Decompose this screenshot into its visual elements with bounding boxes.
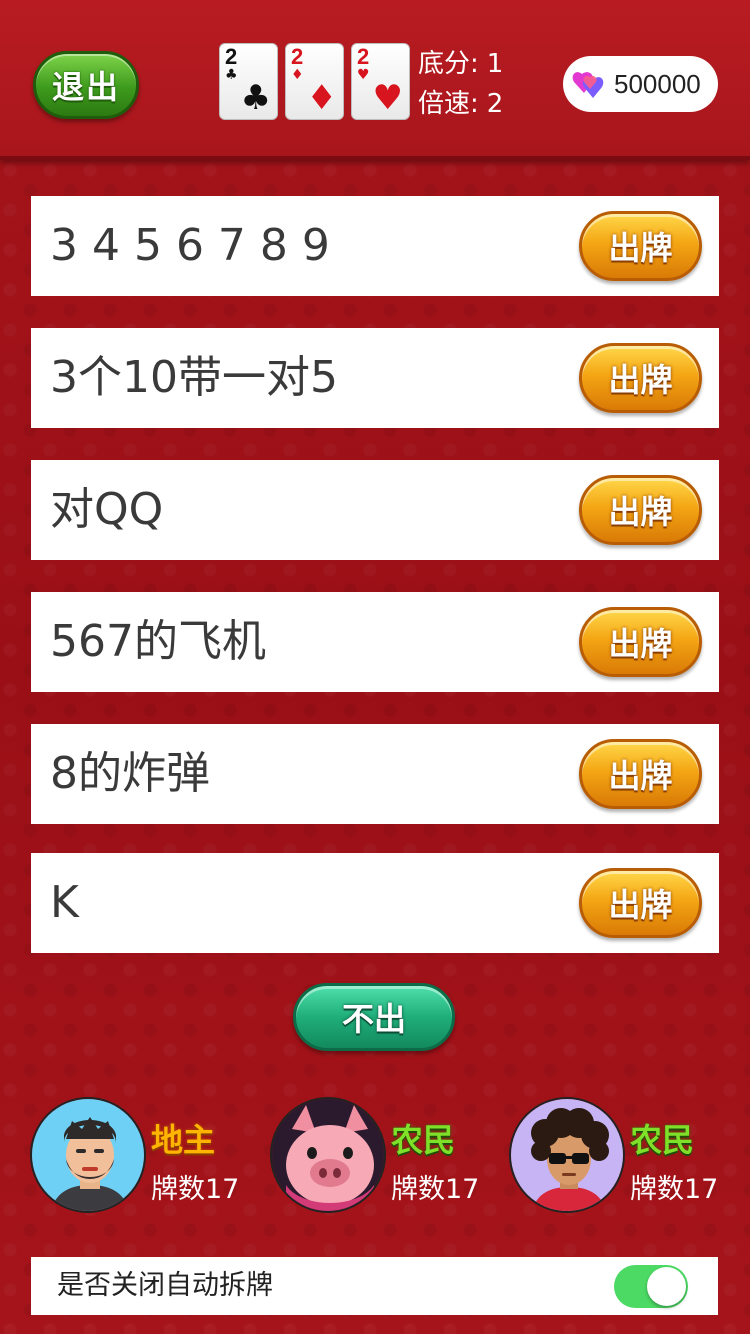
base-score-label: 底分: [418, 49, 479, 79]
list-item: 8的炸弹 出牌 [31, 724, 719, 824]
list-item: 567的飞机 出牌 [31, 592, 719, 692]
role-label: 地主 [151, 1121, 216, 1159]
option-label: 567的飞机 [50, 616, 266, 667]
option-label: 8的炸弹 [50, 748, 210, 799]
heart-icon: ♥ [357, 67, 370, 83]
option-label: 3个10带一对5 [50, 352, 338, 403]
game-info: 底分: 1 倍速: 2 [418, 44, 503, 124]
bearded-man-avatar[interactable] [30, 1097, 146, 1213]
multiplier: 倍速: 2 [418, 84, 503, 124]
player-farmer-1: 农民 牌数17 [270, 1097, 490, 1215]
top-bar: 退出 2 ♣ ♣ 2 ♦ ♦ 2 ♥ ♥ 底分: 1 倍速: 2 500000 [0, 0, 750, 160]
player-farmer-2: 农民 牌数17 [509, 1097, 729, 1215]
base-score-value: 1 [486, 49, 504, 79]
base-score: 底分: 1 [418, 44, 503, 84]
card-count: 牌数17 [391, 1174, 480, 1205]
auto-split-label: 是否关闭自动拆牌 [57, 1270, 273, 1301]
play-button[interactable]: 出牌 [579, 868, 702, 938]
card-count: 牌数17 [151, 1174, 240, 1205]
auto-split-toggle[interactable] [614, 1265, 688, 1308]
card-2-hearts: 2 ♥ ♥ [351, 43, 410, 120]
club-icon: ♣ [240, 78, 271, 118]
play-button[interactable]: 出牌 [579, 739, 702, 809]
exit-button[interactable]: 退出 [33, 51, 139, 119]
list-item: 3 4 5 6 7 8 9 出牌 [31, 196, 719, 296]
list-item: 对QQ 出牌 [31, 460, 719, 560]
pass-button[interactable]: 不出 [293, 983, 455, 1051]
option-label: K [50, 877, 79, 928]
player-landlord: 地主 牌数17 [30, 1097, 250, 1215]
role-label: 农民 [391, 1121, 456, 1159]
pig-avatar[interactable] [270, 1097, 386, 1213]
list-item: K 出牌 [31, 853, 719, 953]
multiplier-value: 2 [486, 89, 504, 119]
card-count: 牌数17 [630, 1174, 719, 1205]
heart-icon: ♥ [372, 78, 403, 118]
multiplier-label: 倍速: [418, 89, 479, 119]
play-button[interactable]: 出牌 [579, 343, 702, 413]
list-item: 3个10带一对5 出牌 [31, 328, 719, 428]
auto-split-setting: 是否关闭自动拆牌 [31, 1257, 718, 1315]
card-2-diamonds: 2 ♦ ♦ [285, 43, 344, 120]
play-button[interactable]: 出牌 [579, 607, 702, 677]
diamond-icon: ♦ [306, 78, 337, 118]
card-2-clubs: 2 ♣ ♣ [219, 43, 278, 120]
toggle-knob [647, 1267, 686, 1306]
option-label: 对QQ [50, 484, 164, 535]
coin-balance: 500000 [563, 56, 718, 112]
bottom-cards: 2 ♣ ♣ 2 ♦ ♦ 2 ♥ ♥ [219, 43, 410, 120]
role-label: 农民 [630, 1121, 695, 1159]
gem-hearts-icon [570, 65, 608, 103]
coin-amount: 500000 [614, 68, 701, 99]
diamond-icon: ♦ [291, 67, 304, 83]
curly-hair-sunglasses-avatar[interactable] [509, 1097, 625, 1213]
play-button[interactable]: 出牌 [579, 475, 702, 545]
play-button[interactable]: 出牌 [579, 211, 702, 281]
club-icon: ♣ [225, 67, 238, 83]
option-label: 3 4 5 6 7 8 9 [50, 220, 330, 271]
